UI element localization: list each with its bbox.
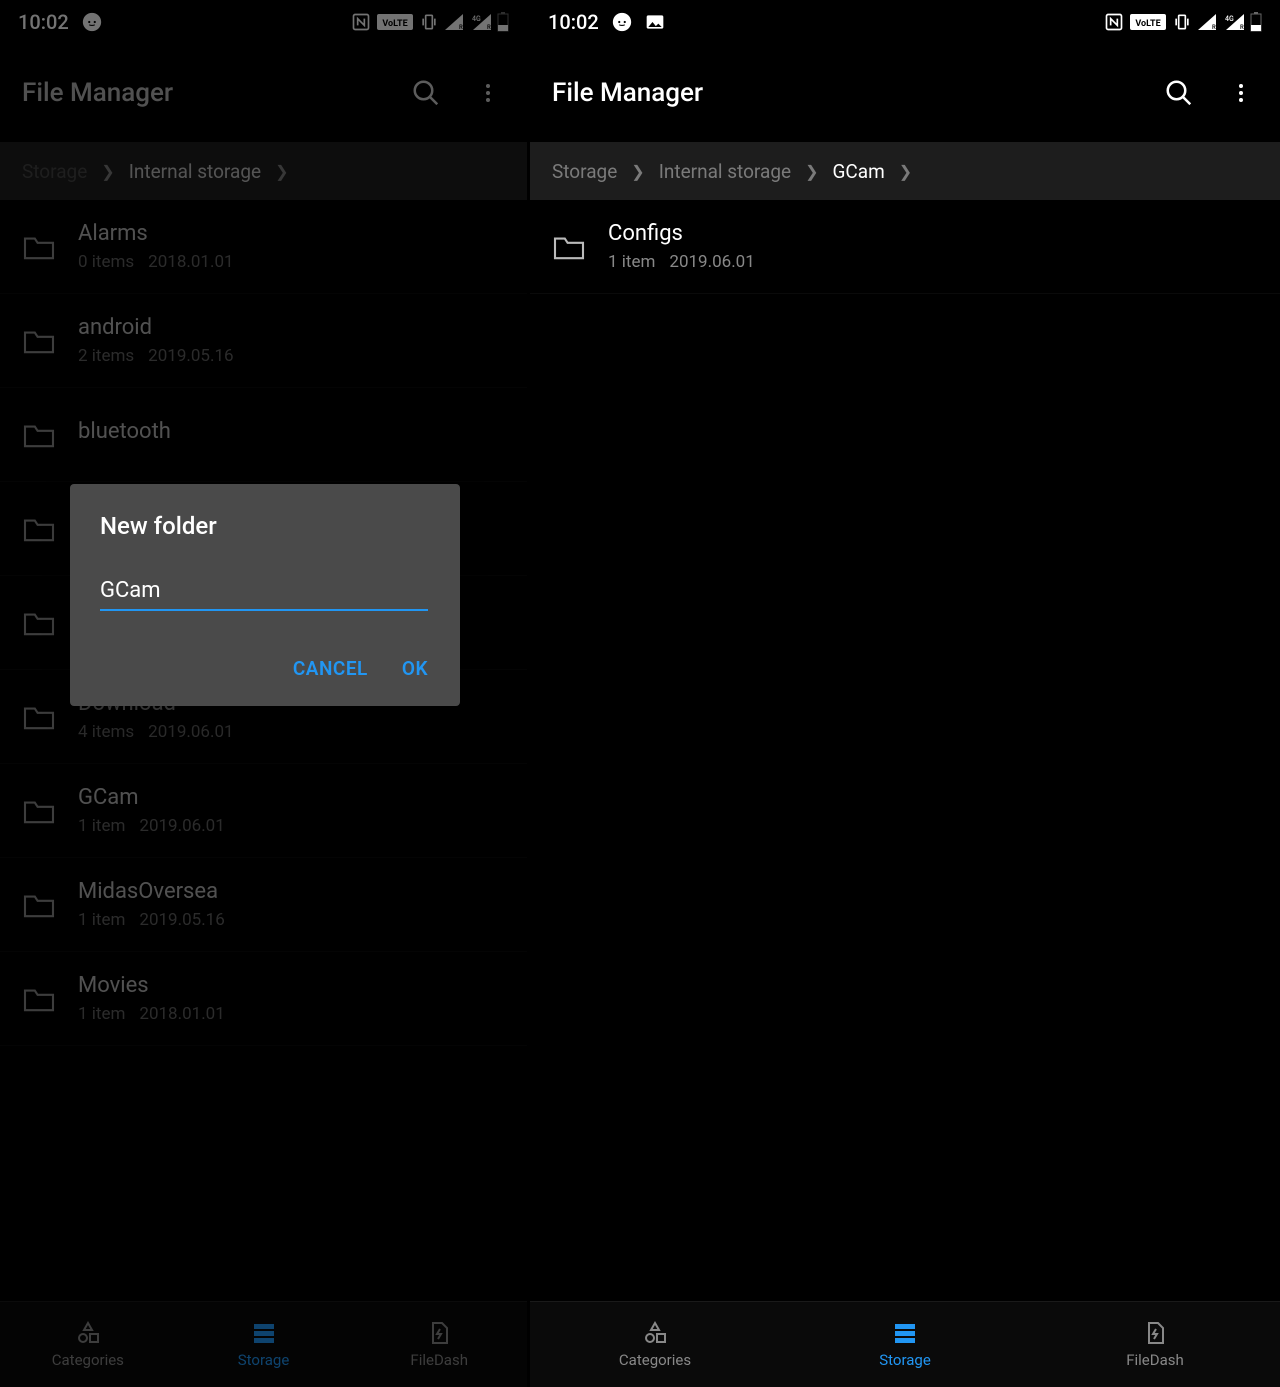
- svg-text:R: R: [1212, 24, 1216, 30]
- storage-icon: [891, 1321, 919, 1345]
- signal-2-icon: 4G R: [1222, 14, 1244, 30]
- dialog-title: New folder: [100, 512, 430, 540]
- search-icon: [1164, 78, 1194, 108]
- volte-icon: VoLTE: [1130, 14, 1166, 30]
- crumb-internal[interactable]: Internal storage: [659, 160, 791, 183]
- crumb-gcam[interactable]: GCam: [832, 160, 884, 183]
- left-screenshot: 10:02 VoLTE R 4GR File Manager Storage: [0, 0, 528, 1387]
- folder-icon: [552, 233, 586, 261]
- list-item[interactable]: Configs1 item2019.06.01: [530, 200, 1280, 294]
- categories-icon: [641, 1321, 669, 1345]
- svg-text:VoLTE: VoLTE: [1135, 19, 1160, 29]
- battery-icon: [1250, 12, 1262, 32]
- right-screenshot: 10:02 VoLTE R 4G R File Manager: [530, 0, 1280, 1387]
- vibrate-icon: [1172, 12, 1192, 32]
- image-icon: [645, 13, 665, 31]
- breadcrumb: Storage ❯ Internal storage ❯ GCam ❯: [530, 142, 1280, 200]
- chevron-right-icon: ❯: [631, 162, 644, 181]
- svg-text:4G: 4G: [1225, 15, 1234, 23]
- app-title: File Manager: [552, 78, 703, 108]
- svg-text:R: R: [1240, 24, 1244, 30]
- chevron-right-icon: ❯: [899, 162, 912, 181]
- file-list[interactable]: Configs1 item2019.06.01: [530, 200, 1280, 1301]
- signal-1-icon: R: [1198, 14, 1216, 30]
- nav-filedash[interactable]: FileDash: [1030, 1302, 1280, 1387]
- nfc-icon: [1104, 12, 1124, 32]
- cancel-button[interactable]: CANCEL: [291, 651, 370, 686]
- filedash-icon: [1141, 1321, 1169, 1345]
- search-button[interactable]: [1162, 76, 1196, 110]
- reddit-icon: [611, 11, 633, 33]
- status-time: 10:02: [548, 10, 599, 34]
- ok-button[interactable]: OK: [400, 651, 430, 686]
- bottom-nav: Categories Storage FileDash: [530, 1301, 1280, 1387]
- new-folder-dialog: New folder CANCEL OK: [70, 484, 460, 706]
- nav-categories[interactable]: Categories: [530, 1302, 780, 1387]
- status-bar: 10:02 VoLTE R 4G R: [530, 0, 1280, 44]
- folder-name-input[interactable]: [100, 574, 428, 611]
- crumb-storage[interactable]: Storage: [552, 160, 617, 183]
- chevron-right-icon: ❯: [805, 162, 818, 181]
- app-bar: File Manager: [530, 44, 1280, 142]
- more-button[interactable]: [1224, 76, 1258, 110]
- nav-storage[interactable]: Storage: [780, 1302, 1030, 1387]
- more-vert-icon: [1229, 81, 1253, 105]
